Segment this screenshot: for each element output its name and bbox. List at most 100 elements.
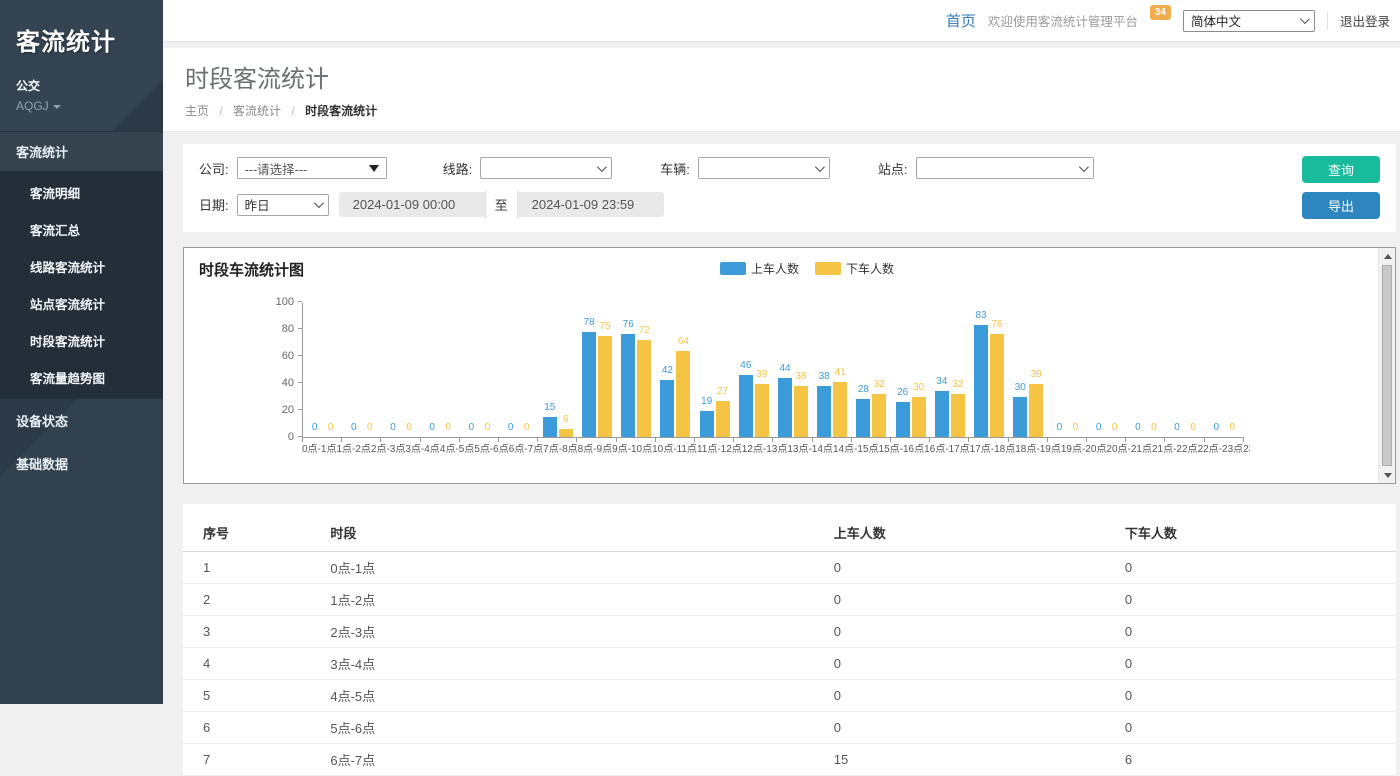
bar-group: 2630 [891, 303, 930, 437]
bar: 0 [363, 303, 377, 437]
line-select[interactable] [480, 157, 612, 179]
sidebar-item-line-flow-stats[interactable]: 线路客流统计 [0, 248, 163, 285]
table-cell: 0 [1105, 584, 1396, 616]
bar-value-label: 26 [897, 388, 908, 398]
sidebar-item-base-data[interactable]: 基础数据 [0, 442, 163, 485]
date-from-input[interactable]: 2024-01-09 00:00 [339, 192, 485, 217]
company-label: 公司: [199, 159, 229, 178]
sidebar: 客流统计 公交 AQGJ 客流统计客流明细客流汇总线路客流统计站点客流统计时段客… [0, 0, 163, 704]
bar: 15 [543, 303, 557, 437]
sidebar-item-flow-summary[interactable]: 客流汇总 [0, 211, 163, 248]
y-axis-tick-label: 0 [260, 431, 294, 443]
y-axis-tick-label: 60 [260, 350, 294, 362]
export-button[interactable]: 导出 [1302, 192, 1380, 219]
bar-value-label: 39 [756, 370, 767, 380]
bar-group: 00 [460, 303, 499, 437]
bar-value-label: 44 [779, 364, 790, 374]
bar: 0 [1092, 303, 1106, 437]
bar-value-label: 30 [1015, 383, 1026, 393]
y-axis-tick-label: 100 [260, 296, 294, 308]
x-axis-labels: 0点-1点1点-2点2点-3点3点-4点4点-5点5点-6点6点-7点7点-8点… [302, 444, 1250, 456]
bar: 32 [951, 303, 965, 437]
bar-group: 7875 [577, 303, 616, 437]
bar-group: 00 [303, 303, 342, 437]
bar-value-label: 83 [975, 311, 986, 321]
bar-value-label: 38 [795, 372, 806, 382]
bar: 83 [974, 303, 988, 437]
x-axis-label: 5点-6点 [474, 444, 508, 456]
x-axis-label: 10点-11点 [652, 444, 697, 456]
bar-group: 3432 [930, 303, 969, 437]
sidebar-item-passenger-stats[interactable]: 客流统计 [0, 132, 163, 172]
x-axis-label: 1点-2点 [336, 444, 370, 456]
bar-value-label: 64 [678, 337, 689, 347]
x-axis-label: 11点-12点 [697, 444, 742, 456]
scrollbar-thumb[interactable] [1382, 265, 1392, 466]
legend-item[interactable]: 上车人数 [720, 260, 799, 277]
logout-link[interactable]: 退出登录 [1340, 11, 1390, 30]
bar-group: 44 38 [773, 303, 812, 437]
table-cell: 0 [814, 680, 1105, 712]
y-axis-tick [298, 301, 302, 302]
main-area: 首页 欢迎使用客流统计管理平台 34 简体中文 退出登录 时段客流统计 主页 /… [163, 0, 1400, 704]
x-axis-label: 12点-13点 [742, 444, 788, 456]
legend-item[interactable]: 下车人数 [815, 260, 894, 277]
query-button[interactable]: 查询 [1302, 156, 1380, 183]
company-select[interactable]: ---请选择--- [237, 157, 387, 179]
bar-group: 00 [1126, 303, 1165, 437]
sidebar-item-flow-detail[interactable]: 客流明细 [0, 174, 163, 211]
x-axis-label: 4点-5点 [440, 444, 474, 456]
vehicle-select[interactable] [698, 157, 830, 179]
bar-group: 1927 [695, 303, 734, 437]
bar: 0 [464, 303, 478, 437]
chart-scrollbar[interactable] [1378, 248, 1395, 483]
sidebar-item-period-flow-stats[interactable]: 时段客流统计 [0, 322, 163, 359]
scroll-down-arrow[interactable] [1379, 467, 1396, 483]
breadcrumb-home[interactable]: 主页 [185, 104, 209, 118]
x-axis-label: 22点-23点 [1198, 444, 1244, 456]
bar-value-label: 32 [952, 380, 963, 390]
breadcrumb-section[interactable]: 客流统计 [233, 104, 281, 118]
bar-group: 4264 [656, 303, 695, 437]
home-link[interactable]: 首页 [946, 10, 976, 31]
bar: 64 [676, 303, 690, 437]
sidebar-item-station-flow-stats[interactable]: 站点客流统计 [0, 285, 163, 322]
notification-badge: 34 [1150, 5, 1171, 20]
table-cell: 0 [1105, 680, 1396, 712]
bar: 44 [778, 303, 792, 437]
y-axis-tick [298, 382, 302, 383]
date-to-input[interactable]: 2024-01-09 23:59 [518, 192, 664, 217]
bar: 0 [1225, 303, 1239, 437]
bar-value-label: 28 [858, 385, 869, 395]
bar-value-label: 0 [1057, 423, 1063, 433]
divider [1327, 12, 1328, 30]
scroll-up-arrow[interactable] [1379, 248, 1396, 264]
table-row: 32点-3点00 [183, 616, 1396, 648]
table-cell: 6点-7点 [310, 744, 813, 776]
bar: 0 [1170, 303, 1184, 437]
station-select[interactable] [916, 157, 1094, 179]
org-selector[interactable]: AQGJ [16, 99, 147, 113]
sidebar-item-flow-trend-chart[interactable]: 客流量趋势图 [0, 359, 163, 396]
station-label: 站点: [878, 159, 908, 178]
bar: 0 [520, 303, 534, 437]
bar-value-label: 32 [874, 380, 885, 390]
x-axis-label: 16点-17点 [924, 444, 970, 456]
bar-group: 00 [1087, 303, 1126, 437]
language-select[interactable]: 简体中文 [1183, 10, 1315, 32]
bar-value-label: 0 [351, 423, 357, 433]
bar: 0 [1052, 303, 1066, 437]
bar: 0 [1131, 303, 1145, 437]
bar-value-label: 41 [835, 368, 846, 378]
bar-value-label: 0 [1073, 423, 1079, 433]
sidebar-item-device-status[interactable]: 设备状态 [0, 399, 163, 442]
sidebar-submenu: 客流明细客流汇总线路客流统计站点客流统计时段客流统计客流量趋势图 [0, 172, 163, 399]
date-preset-select[interactable]: 昨日 [237, 194, 329, 216]
bar: 0 [308, 303, 322, 437]
org-block: 公交 AQGJ [0, 63, 163, 131]
breadcrumb: 主页 / 客流统计 / 时段客流统计 [185, 102, 1378, 119]
table-cell: 0 [1105, 552, 1396, 584]
bar: 0 [347, 303, 361, 437]
table-cell: 2点-3点 [310, 616, 813, 648]
bar: 0 [402, 303, 416, 437]
